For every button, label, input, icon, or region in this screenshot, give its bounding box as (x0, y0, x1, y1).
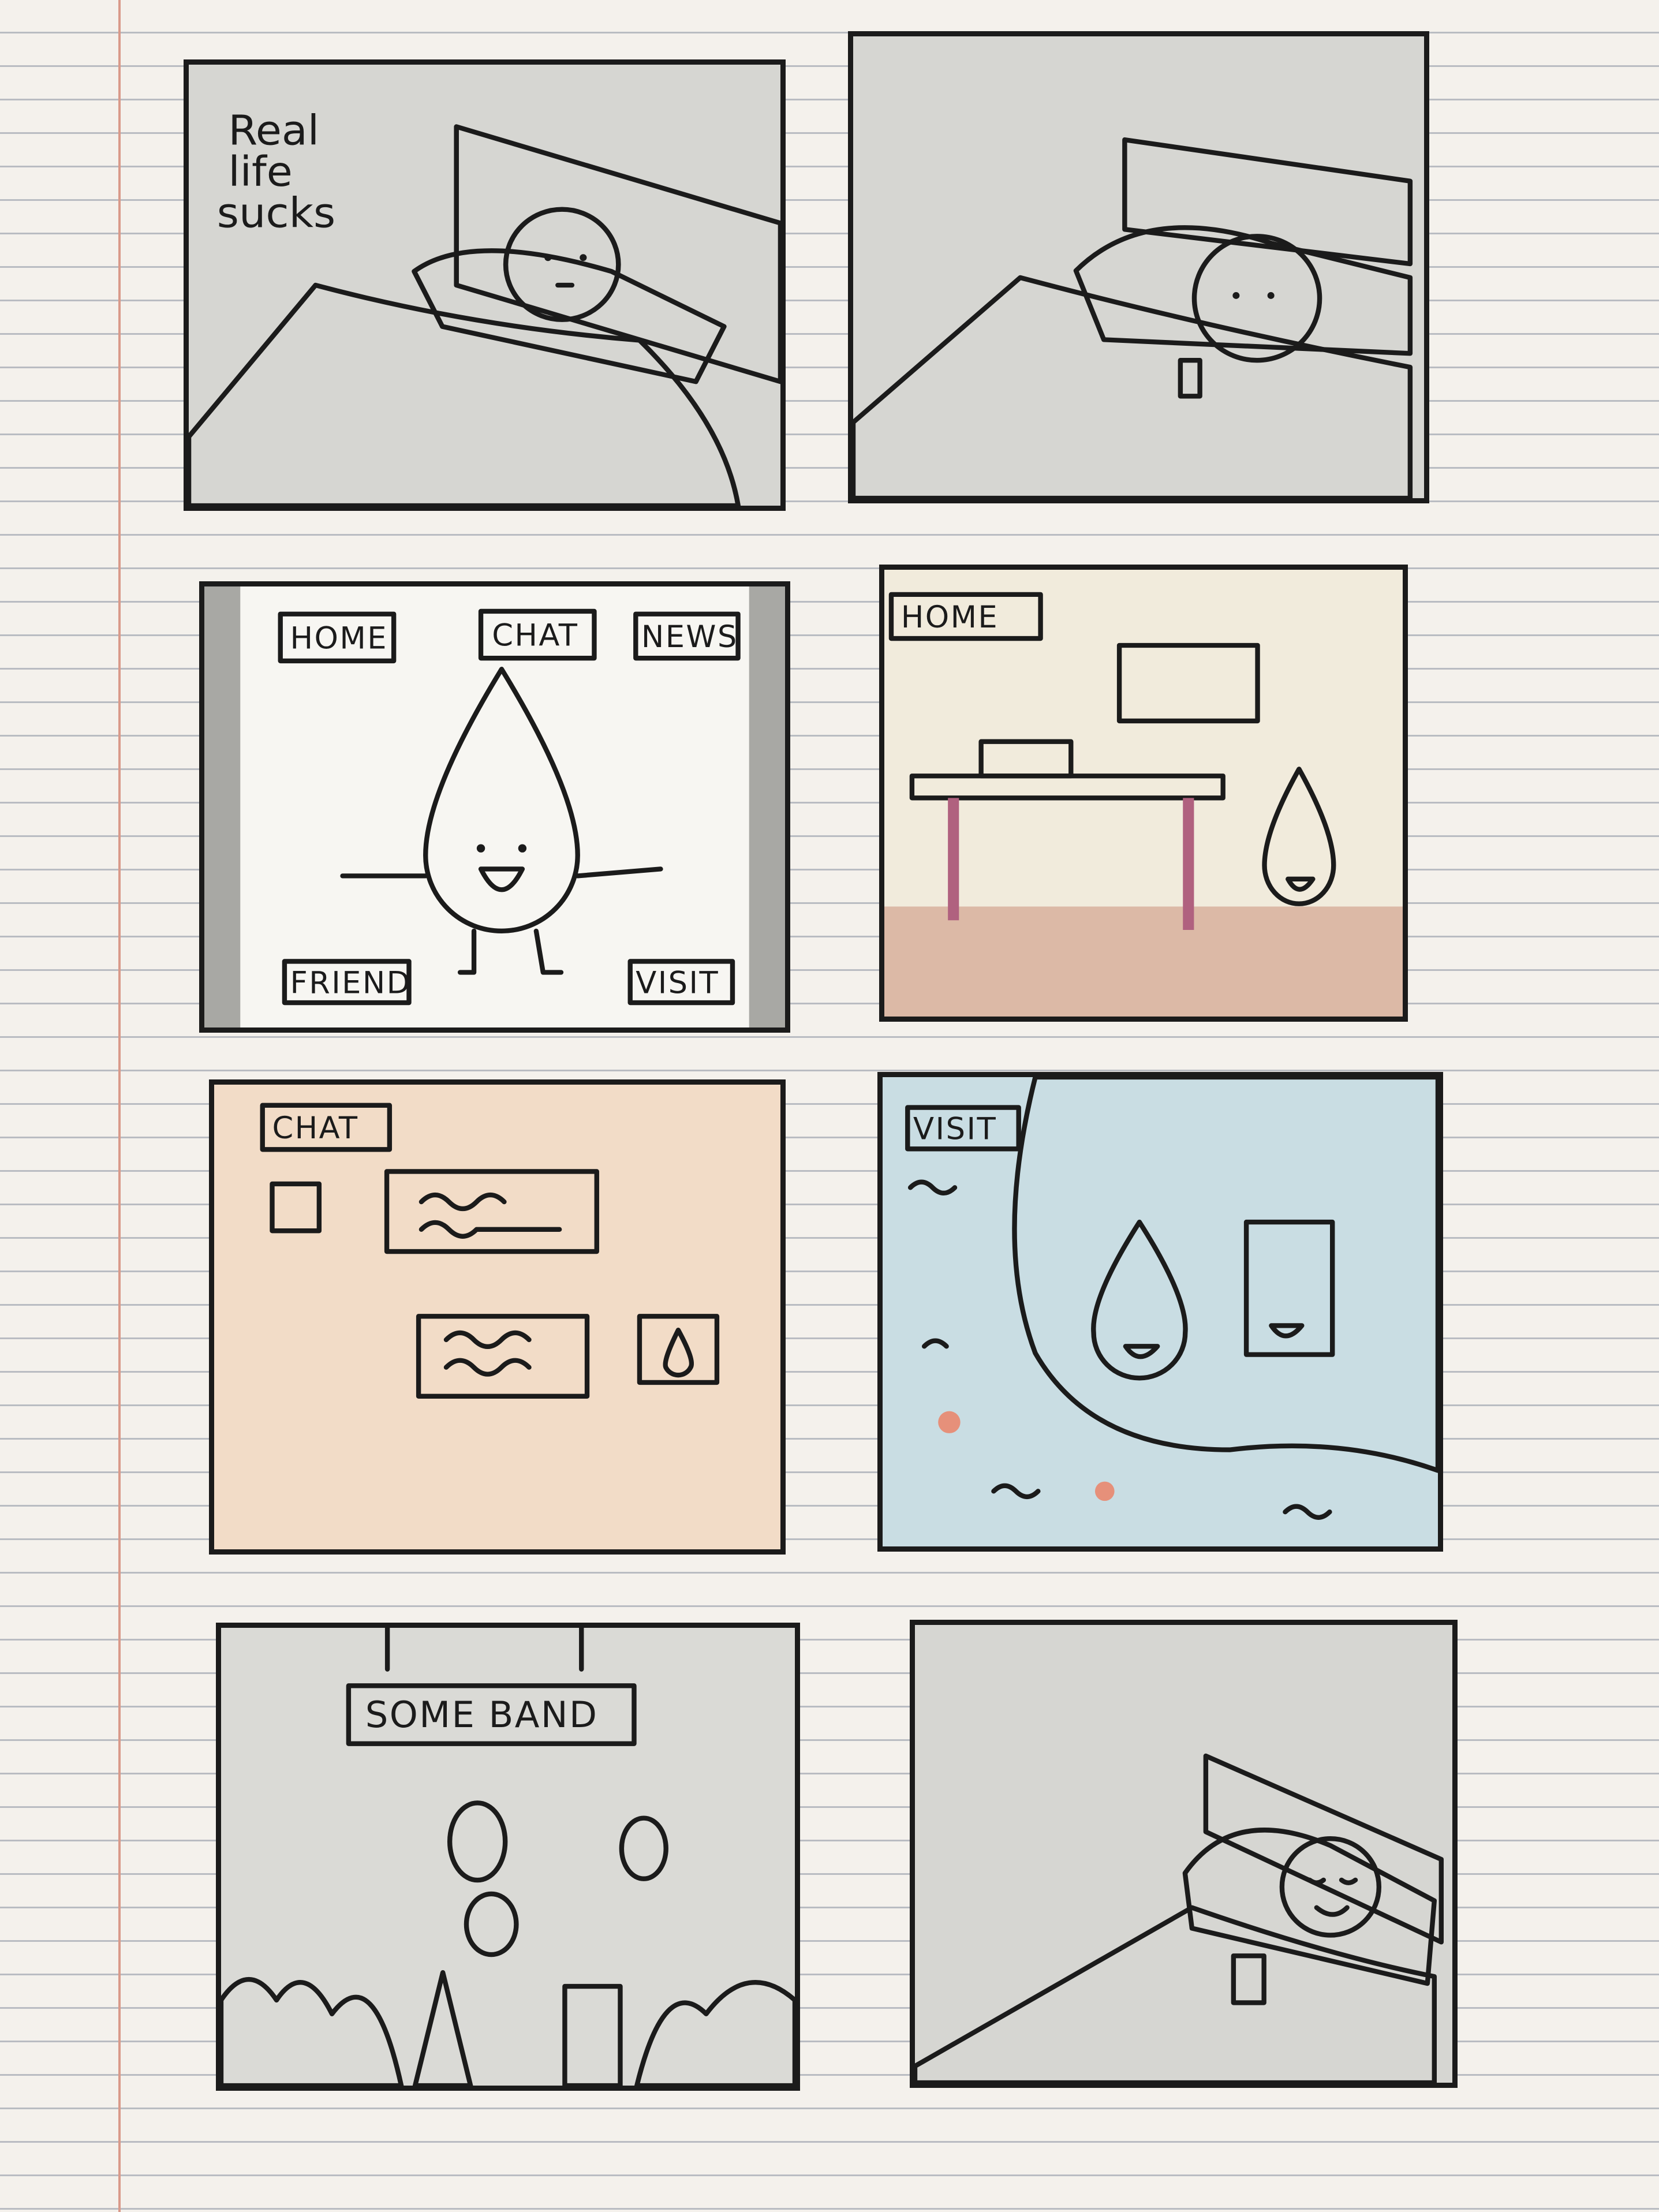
comic-panel-3-app-menu: HOME CHAT NEWS FRIEND VISIT (199, 581, 790, 1033)
caption-line-1: Real (228, 107, 319, 155)
comic-panel-7-concert: SOME BAND (216, 1623, 800, 2091)
chat-button-label: CHAT (492, 618, 578, 653)
paper-margin-line (118, 0, 121, 2212)
friend-button-label: FRIEND (290, 965, 412, 1000)
friend-button[interactable]: FRIEND (282, 959, 412, 1006)
band-sign-text: SOME BAND (365, 1694, 599, 1736)
sleeping-in-bed-illustration (915, 1625, 1452, 2083)
comic-panel-6-visit: VISIT (877, 1072, 1443, 1552)
chat-button[interactable]: CHAT (478, 608, 597, 661)
comic-panel-1: Real life sucks (184, 59, 786, 511)
water-drop-character (340, 667, 663, 975)
visit-button-label: VISIT (636, 965, 719, 1000)
comic-panel-2 (848, 31, 1429, 503)
beach-visit-illustration: VISIT (883, 1077, 1438, 1546)
home-button-label: HOME (290, 621, 388, 656)
comic-panel-8 (910, 1620, 1458, 2088)
chat-label-text: CHAT (272, 1111, 358, 1146)
caption-line-2: life (228, 148, 292, 196)
visit-button[interactable]: VISIT (627, 959, 735, 1006)
home-button[interactable]: HOME (278, 611, 397, 664)
phone-in-bed-illustration (853, 36, 1424, 498)
chat-screen-illustration: CHAT (214, 1085, 780, 1549)
app-main-menu-illustration: HOME CHAT NEWS FRIEND VISIT (204, 586, 785, 1027)
visit-label-text: VISIT (913, 1112, 997, 1147)
home-room-illustration: HOME (884, 570, 1403, 1017)
comic-panel-4-home: HOME (879, 565, 1408, 1022)
fish (1094, 1481, 1115, 1501)
news-button[interactable]: NEWS (633, 611, 741, 661)
concert-illustration: SOME BAND (221, 1628, 795, 2086)
fish (938, 1411, 961, 1433)
news-button-label: NEWS (641, 619, 738, 655)
home-label-text: HOME (901, 600, 999, 635)
comic-panel-5-chat: CHAT (209, 1079, 786, 1555)
band-sign: SOME BAND (346, 1683, 637, 1746)
bed-scene-illustration: Real life sucks (189, 65, 780, 506)
caption-line-3: sucks (217, 189, 335, 237)
